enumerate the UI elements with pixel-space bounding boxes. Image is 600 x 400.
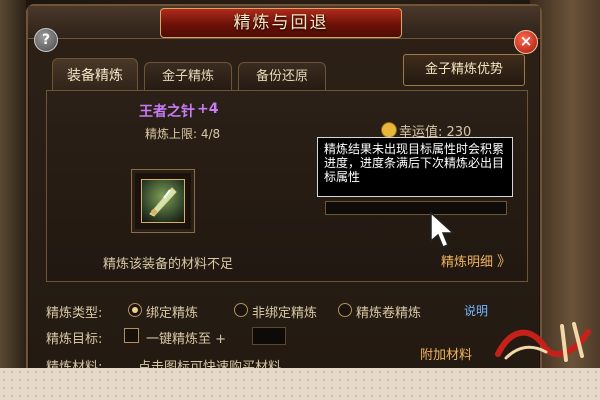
option-bound-refine-label: 绑定精炼 [146, 306, 199, 321]
radio-bound-refine[interactable] [128, 303, 142, 317]
refine-material-hint: 点击图标可快速购买材料 [138, 360, 282, 368]
radio-unbound-refine[interactable] [234, 303, 248, 317]
refine-type-help-link[interactable]: 说明 [464, 302, 488, 319]
one-click-refine-checkbox[interactable] [124, 328, 139, 343]
refine-detail-label: 精炼明细 [441, 255, 494, 270]
refine-limit: 精炼上限: 4/8 [145, 127, 221, 141]
insufficient-material-message: 精炼该装备的材料不足 [103, 257, 234, 272]
option-scroll-refine-label: 精炼卷精炼 [356, 306, 422, 321]
window-title: 精炼与回退 [160, 8, 402, 38]
equipment-slot[interactable] [131, 169, 195, 233]
help-button[interactable]: ? [34, 28, 58, 52]
refine-type-label: 精炼类型: [46, 306, 103, 321]
refine-target-row: 精炼目标: 一键精炼至 + [46, 327, 516, 347]
luck-coin-icon [381, 122, 397, 138]
title-bar: 精炼与回退 [28, 6, 540, 39]
option-unbound-refine-label: 非绑定精炼 [252, 306, 318, 321]
needle-weapon-icon[interactable] [141, 179, 185, 223]
refine-target-label: 精炼目标: [46, 332, 103, 347]
scene-left-edge [0, 0, 26, 368]
add-material-button[interactable]: 附加材料 [420, 344, 472, 363]
tab-gold-refine[interactable]: 金子精炼 [144, 62, 232, 91]
tooltip: 精炼结果未出现目标属性时会积累进度，进度条满后下次精炼必出目标属性 [317, 137, 513, 197]
chevron-right-icon: 》 [497, 254, 512, 270]
tab-equipment-refine[interactable]: 装备精炼 [52, 58, 138, 93]
dotted-pattern [0, 368, 600, 400]
refine-window: 精炼与回退 ? × 装备精炼 金子精炼 备份还原 金子精炼优势 王者之针 +4 … [26, 4, 542, 368]
refine-target-input[interactable] [252, 327, 286, 345]
tab-backup-restore[interactable]: 备份还原 [238, 62, 326, 91]
close-button[interactable]: × [514, 30, 538, 54]
radio-scroll-refine[interactable] [338, 303, 352, 317]
game-logo [492, 316, 600, 366]
refine-material-label: 精炼材料: [46, 360, 103, 368]
gold-refine-advantage-button[interactable]: 金子精炼优势 [403, 54, 525, 86]
game-scene: 精炼与回退 ? × 装备精炼 金子精炼 备份还原 金子精炼优势 王者之针 +4 … [0, 0, 600, 368]
refine-progress-bar [325, 201, 507, 215]
item-name: 王者之针 [139, 104, 195, 120]
refine-detail-link[interactable]: 精炼明细》 [441, 251, 511, 271]
refine-type-row: 精炼类型: 绑定精炼 非绑定精炼 精炼卷精炼 [46, 302, 516, 321]
mouse-pointer-icon [425, 211, 465, 251]
item-level: +4 [197, 101, 219, 117]
bottom-strip [0, 368, 600, 400]
refine-panel: 王者之针 +4 精炼上限: 4/8 幸运值: 230 精炼结果未出现目标属性时会… [46, 90, 528, 282]
one-click-refine-label: 一键精炼至 + [146, 332, 227, 347]
